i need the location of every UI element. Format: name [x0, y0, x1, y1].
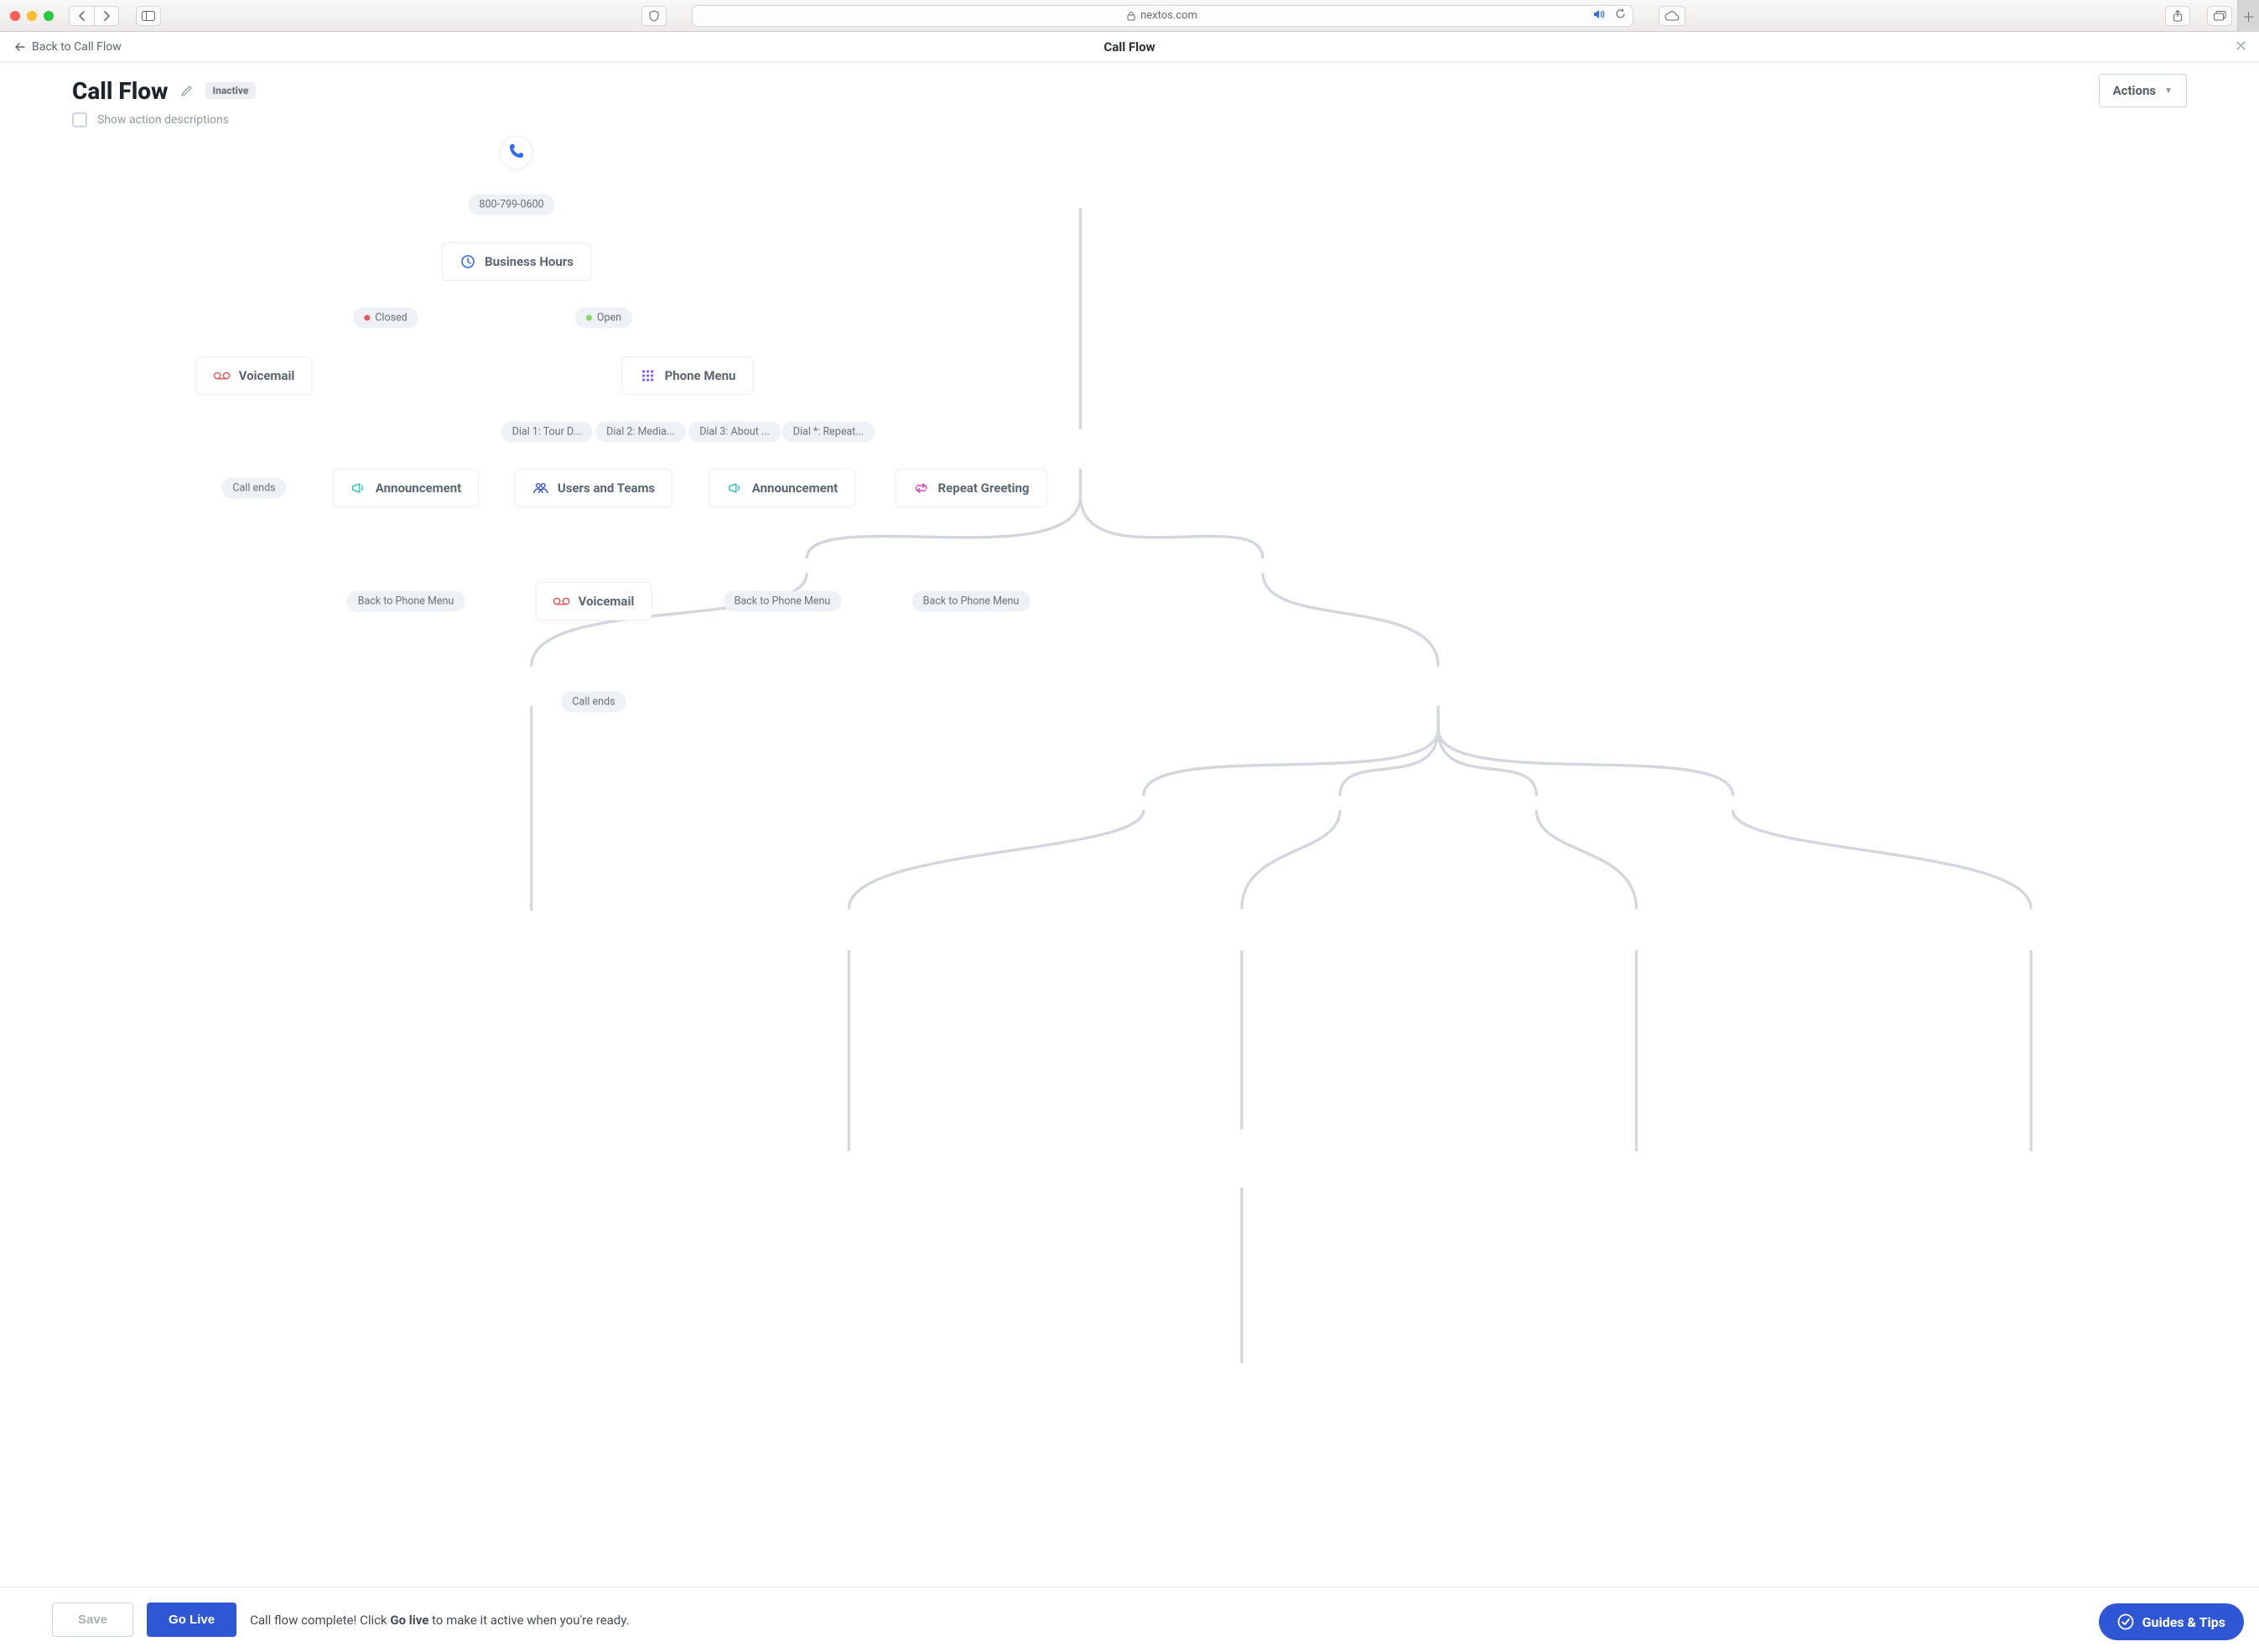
voicemail-label: Voicemail	[239, 368, 295, 383]
branch-closed-pill[interactable]: Closed	[353, 308, 418, 329]
share-icon	[2173, 10, 2183, 22]
audio-indicator-icon[interactable]	[1593, 9, 1607, 23]
close-button[interactable]: ✕	[2235, 38, 2247, 55]
arrow-left-icon	[15, 43, 25, 51]
nav-forward-button[interactable]	[94, 6, 119, 26]
check-circle-icon	[2117, 1613, 2134, 1630]
connectors	[0, 127, 2259, 1618]
tabs-icon	[2214, 11, 2226, 21]
back-to-menu-pill-2[interactable]: Back to Phone Menu	[724, 591, 842, 612]
call-ends-pill-1[interactable]: Call ends	[221, 478, 286, 499]
business-hours-label: Business Hours	[485, 254, 574, 269]
repeat-greeting-label: Repeat Greeting	[938, 481, 1030, 496]
dial-2-pill[interactable]: Dial 2: Media...	[595, 422, 686, 443]
sidebar-icon	[142, 11, 155, 21]
back-to-menu-pill-3[interactable]: Back to Phone Menu	[912, 591, 1031, 612]
sub-header: Back to Call Flow Call Flow ✕	[0, 32, 2259, 62]
call-ends-pill-2[interactable]: Call ends	[561, 692, 626, 713]
window-controls	[10, 11, 54, 21]
business-hours-node[interactable]: Business Hours	[442, 242, 591, 281]
announcement-label: Announcement	[752, 481, 838, 496]
megaphone-icon	[351, 480, 367, 496]
phone-menu-node[interactable]: Phone Menu	[622, 356, 754, 395]
open-label: Open	[597, 312, 621, 325]
address-bar-text: nextos.com	[1140, 9, 1197, 22]
sidebar-toggle-button[interactable]	[136, 6, 161, 26]
show-descriptions-label: Show action descriptions	[97, 113, 229, 127]
phone-icon	[508, 143, 525, 163]
voicemail-icon	[553, 593, 570, 610]
guides-tips-label: Guides & Tips	[2142, 1614, 2225, 1630]
branch-open-pill[interactable]: Open	[575, 308, 632, 329]
voicemail-label: Voicemail	[579, 594, 635, 609]
page-title-group: Call Flow Inactive	[72, 77, 256, 105]
nav-back-forward	[69, 6, 119, 26]
back-to-menu-pill-1[interactable]: Back to Phone Menu	[347, 591, 465, 612]
clock-icon	[460, 253, 476, 270]
phone-number-label: 800-799-0600	[479, 199, 543, 211]
back-link[interactable]: Back to Call Flow	[15, 40, 122, 54]
page-header: Call Flow Inactive Actions ▼	[0, 62, 2259, 109]
users-icon	[532, 480, 549, 496]
flow-canvas[interactable]: 800-799-0600 Business Hours Closed Open …	[0, 127, 2259, 1618]
window-close-button[interactable]	[10, 11, 20, 21]
reload-button[interactable]	[1615, 8, 1626, 23]
voicemail-2-node[interactable]: Voicemail	[536, 582, 652, 621]
show-descriptions-toggle[interactable]: Show action descriptions	[0, 109, 2259, 127]
megaphone-icon	[727, 480, 744, 496]
dial-star-pill[interactable]: Dial *: Repeat...	[782, 422, 875, 443]
show-tabs-button[interactable]	[2207, 6, 2232, 26]
edit-title-button[interactable]	[179, 82, 195, 99]
actions-dropdown[interactable]: Actions ▼	[2099, 74, 2187, 107]
save-button[interactable]: Save	[52, 1603, 133, 1637]
guides-tips-button[interactable]: Guides & Tips	[2099, 1603, 2244, 1640]
flow-start-node[interactable]	[500, 136, 533, 169]
icloud-tabs-button[interactable]	[1659, 6, 1685, 26]
go-live-button[interactable]: Go Live	[147, 1603, 236, 1637]
repeat-icon	[913, 480, 930, 496]
closed-label: Closed	[375, 312, 407, 325]
dial-3-pill[interactable]: Dial 3: About ...	[688, 422, 781, 443]
status-dot-closed-icon	[364, 315, 370, 321]
window-minimize-button[interactable]	[27, 11, 37, 21]
new-tab-button[interactable]: ＋	[2237, 0, 2259, 32]
privacy-report-icon	[648, 10, 660, 22]
status-dot-open-icon	[586, 315, 592, 321]
chevron-left-icon	[78, 11, 86, 21]
chevron-right-icon	[102, 11, 111, 21]
status-badge: Inactive	[205, 82, 257, 99]
checkbox-icon	[72, 112, 87, 127]
announcement-1-node[interactable]: Announcement	[333, 469, 479, 507]
dial-1-pill[interactable]: Dial 1: Tour D...	[501, 422, 593, 443]
status-message: Call flow complete! Click Go live to mak…	[250, 1613, 629, 1628]
share-button[interactable]	[2165, 6, 2190, 26]
page-title: Call Flow	[72, 77, 169, 105]
sub-header-title: Call Flow	[1104, 39, 1155, 55]
cloud-icon	[1664, 11, 1680, 21]
actions-label: Actions	[2113, 83, 2157, 98]
phone-menu-label: Phone Menu	[665, 368, 736, 383]
voicemail-node[interactable]: Voicemail	[196, 356, 313, 395]
users-teams-node[interactable]: Users and Teams	[515, 469, 673, 507]
back-link-label: Back to Call Flow	[32, 40, 122, 54]
address-bar[interactable]: nextos.com	[692, 5, 1633, 27]
nav-back-button[interactable]	[69, 6, 94, 26]
voicemail-icon	[214, 367, 231, 384]
caret-down-icon: ▼	[2164, 86, 2173, 96]
repeat-greeting-node[interactable]: Repeat Greeting	[896, 469, 1047, 507]
users-teams-label: Users and Teams	[558, 481, 655, 496]
lock-icon	[1127, 11, 1135, 21]
footer-bar: Save Go Live Call flow complete! Click G…	[0, 1587, 2259, 1652]
browser-chrome: nextos.com ＋	[0, 0, 2259, 32]
site-settings-button[interactable]	[641, 6, 667, 26]
window-zoom-button[interactable]	[44, 11, 54, 21]
announcement-2-node[interactable]: Announcement	[709, 469, 855, 507]
phone-number-pill[interactable]: 800-799-0600	[468, 195, 554, 216]
announcement-label: Announcement	[376, 481, 461, 496]
pencil-icon	[180, 84, 194, 97]
keypad-icon	[640, 367, 657, 384]
